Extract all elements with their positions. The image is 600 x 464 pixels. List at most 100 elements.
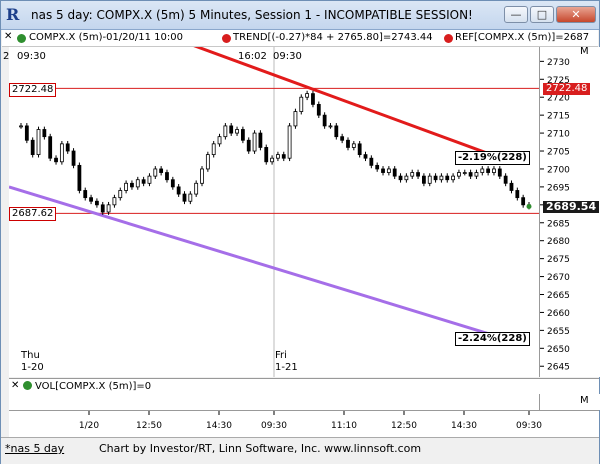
- candle-body: [83, 190, 88, 199]
- y-tick-label: 2730: [547, 58, 570, 68]
- x-tick-label: 12:50: [391, 421, 417, 431]
- candle-body: [235, 129, 239, 134]
- y-tick-label: 2715: [547, 112, 570, 122]
- status-footer: *nas 5 day Chart by Investor/RT, Linn So…: [1, 437, 599, 464]
- volume-m-button[interactable]: M: [580, 395, 589, 406]
- y-tick-label: 2680: [547, 237, 570, 247]
- day-label-fri: Fri 1-21: [275, 350, 298, 374]
- candle-body: [503, 175, 508, 184]
- day-name-thu: Thu: [21, 350, 40, 361]
- candle-body: [30, 139, 35, 156]
- y-tick-label: 2650: [547, 345, 570, 355]
- candle-body: [194, 182, 199, 195]
- candle-body: [410, 172, 415, 177]
- y-tick-label: 2655: [547, 327, 570, 337]
- candle-body: [71, 150, 76, 166]
- candle-body: [392, 168, 397, 177]
- candle-body: [386, 168, 391, 173]
- candle-body: [398, 175, 403, 181]
- candle-body: [135, 179, 140, 188]
- candle-body: [346, 139, 350, 148]
- candle-body: [36, 129, 41, 156]
- candle-body: [264, 147, 269, 163]
- candle-body: [54, 157, 58, 163]
- legend-ref[interactable]: REF[COMPX.X (5m)]=2687: [455, 32, 589, 43]
- last-price-dot: [526, 203, 532, 209]
- legend-close-icon[interactable]: ✕: [4, 31, 12, 42]
- candle-body: [515, 190, 520, 199]
- top-left-prefix: 2: [3, 51, 10, 62]
- candle-body: [170, 179, 175, 188]
- candle-body: [340, 136, 345, 141]
- price-axis[interactable]: 2645265026552660266526702675268026852690…: [539, 46, 600, 377]
- y-tick-label: 2665: [547, 291, 570, 301]
- candle-body: [521, 197, 526, 206]
- candle-body: [351, 143, 356, 148]
- legend-symbol[interactable]: COMPX.X (5m)-01/20/11 10:00: [29, 32, 183, 43]
- volume-close-icon[interactable]: ✕: [11, 380, 19, 391]
- volume-status-dot-icon: [23, 381, 32, 392]
- top-mid-time: 16:02: [238, 51, 267, 62]
- candle-body: [24, 125, 29, 141]
- candle-body: [42, 129, 47, 138]
- candle-body: [468, 172, 473, 177]
- candle-body: [19, 125, 23, 128]
- candle-body: [480, 168, 485, 173]
- candle-body: [223, 125, 228, 138]
- y-tick-label: 2645: [547, 363, 570, 373]
- candle-body: [252, 132, 257, 152]
- x-tick-label: 11:10: [331, 421, 357, 431]
- candle-body: [141, 179, 146, 184]
- candle-body: [188, 193, 193, 202]
- chart-tab[interactable]: *nas 5 day: [5, 442, 64, 455]
- candle-body: [445, 175, 450, 181]
- ref-upper-price-tag: 2722.48: [543, 83, 591, 95]
- y-tick-label: 2710: [547, 130, 570, 140]
- minimize-button[interactable]: —: [504, 6, 528, 23]
- x-tick-label: 14:30: [206, 421, 232, 431]
- candle-body: [147, 175, 152, 184]
- window-title: nas 5 day: COMPX.X (5m) 5 Minutes, Sessi…: [31, 8, 473, 22]
- y-tick-label: 2705: [547, 148, 570, 158]
- x-tick-label: 09:30: [261, 421, 287, 431]
- app-window: R nas 5 day: COMPX.X (5m) 5 Minutes, Ses…: [0, 0, 600, 464]
- candle-body: [451, 175, 455, 181]
- indicator-legend: ✕ COMPX.X (5m)-01/20/11 10:00 TREND[(-0.…: [2, 30, 598, 47]
- top-left-time: 09:30: [17, 51, 46, 62]
- candle-body: [153, 168, 158, 177]
- volume-label[interactable]: VOL[COMPX.X (5m)]=0: [35, 381, 151, 392]
- candle-body: [299, 96, 304, 112]
- candle-body: [416, 172, 420, 177]
- candle-body: [229, 125, 234, 134]
- day-name-fri: Fri: [275, 350, 287, 361]
- y-tick-label: 2660: [547, 309, 570, 319]
- candle-body: [381, 168, 385, 173]
- x-tick-label: 12:50: [136, 421, 162, 431]
- day-date-thu: 1-20: [21, 362, 44, 373]
- legend-trend[interactable]: TREND[(-0.27)*84 + 2765.80]=2743.44: [233, 32, 433, 43]
- candle-body: [77, 164, 82, 191]
- candle-body: [404, 175, 409, 181]
- close-button[interactable]: ✕: [556, 6, 596, 23]
- candle-body: [165, 172, 169, 181]
- candle-body: [293, 111, 298, 127]
- day-date-fri: 1-21: [275, 362, 298, 373]
- ref-upper-label: 2722.48: [9, 83, 57, 97]
- candle-body: [281, 154, 286, 159]
- last-price-tag: 2689.54: [543, 201, 600, 213]
- candle-body: [462, 172, 467, 174]
- axis-m-button[interactable]: M: [580, 46, 589, 57]
- candle-body: [246, 139, 251, 152]
- candle-body: [95, 200, 99, 206]
- credit-text: Chart by Investor/RT, Linn Software, Inc…: [99, 442, 422, 455]
- candle-body: [421, 175, 426, 184]
- volume-chart[interactable]: [9, 394, 539, 410]
- candle-body: [48, 136, 53, 159]
- price-chart[interactable]: 2 09:30 16:02 09:30 2722.48 2687.62 -2.1…: [3, 47, 539, 377]
- candle-body: [130, 182, 134, 188]
- candle-body: [316, 103, 321, 116]
- maximize-button[interactable]: □: [530, 6, 554, 23]
- candle-body: [205, 154, 210, 170]
- x-tick-label: 1/20: [79, 421, 99, 431]
- candle-body: [124, 182, 129, 191]
